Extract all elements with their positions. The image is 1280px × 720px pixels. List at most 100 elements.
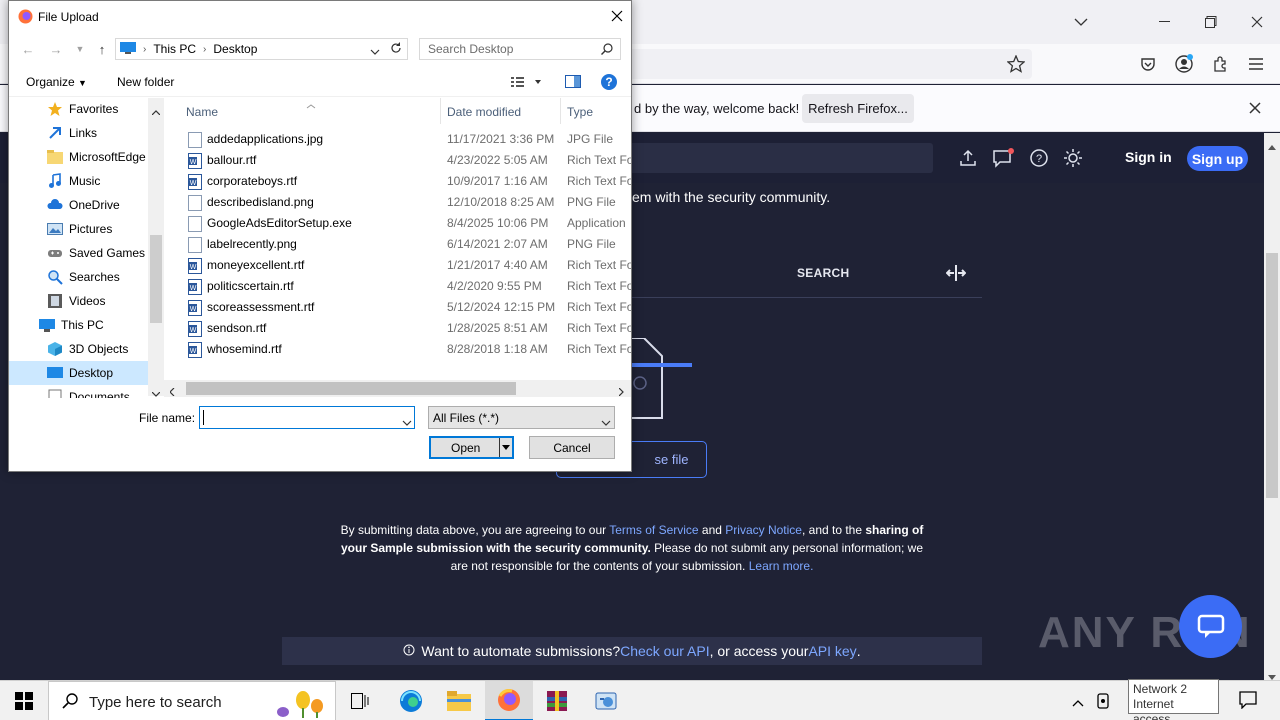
task-view-icon[interactable]: [336, 681, 384, 720]
up-arrow-icon[interactable]: ↑: [93, 39, 111, 59]
recent-chevron-icon[interactable]: ▼: [71, 39, 89, 59]
sign-up-button[interactable]: Sign up: [1187, 146, 1248, 171]
file-row[interactable]: labelrecently.png 6/14/2021 2:07 AM PNG Fi…: [184, 234, 631, 255]
file-row[interactable]: Wsendson.rtf 1/28/2025 8:51 AM Rich Text F…: [184, 318, 631, 339]
breadcrumb-this-pc[interactable]: This PC: [153, 42, 196, 56]
nav-scrollbar[interactable]: [148, 98, 164, 398]
tab-list-chevron-icon[interactable]: [1058, 0, 1104, 44]
file-row[interactable]: Wmoneyexcellent.rtf 1/21/2017 4:40 AM Rich…: [184, 255, 631, 276]
sidebar-item-music[interactable]: Music: [9, 169, 148, 193]
file-row[interactable]: GoogleAdsEditorSetup.exe 8/4/2025 10:06 P…: [184, 213, 631, 234]
open-button[interactable]: Open: [429, 436, 514, 459]
sidebar-item-this-pc[interactable]: This PC: [9, 313, 148, 337]
preview-pane-icon[interactable]: [565, 75, 581, 92]
close-window-button[interactable]: [1234, 0, 1280, 44]
dialog-close-button[interactable]: [601, 1, 633, 31]
view-options-icon[interactable]: [511, 75, 541, 92]
page-scrollbar[interactable]: [1264, 133, 1280, 680]
file-type-select[interactable]: All Files (*.*): [428, 406, 615, 429]
file-row[interactable]: describedisland.png 12/10/2018 8:25 AM PNG…: [184, 192, 631, 213]
organize-button[interactable]: Organize ▼: [26, 75, 87, 89]
file-row[interactable]: Wpoliticscertain.rtf 4/2/2020 9:55 PM Rich…: [184, 276, 631, 297]
address-bar[interactable]: › This PC › Desktop: [115, 38, 408, 60]
sidebar-item-documents[interactable]: Documents: [9, 385, 148, 398]
scroll-right-arrow-icon[interactable]: [618, 385, 624, 398]
firefox-taskbar-icon[interactable]: [485, 681, 533, 720]
learn-more-link[interactable]: Learn more.: [749, 559, 814, 573]
restore-button[interactable]: [1188, 0, 1234, 44]
breadcrumb-desktop[interactable]: Desktop: [213, 42, 257, 56]
sidebar-item-links[interactable]: Links: [9, 121, 148, 145]
scroll-up-arrow-icon[interactable]: [151, 104, 161, 118]
scroll-down-arrow-icon[interactable]: [151, 386, 161, 398]
address-dropdown-icon[interactable]: [370, 44, 380, 58]
column-separator[interactable]: [440, 98, 441, 124]
api-key-link[interactable]: API key: [808, 643, 856, 659]
sidebar-item-videos[interactable]: Videos: [9, 289, 148, 313]
sidebar-item-3d-objects[interactable]: 3D Objects: [9, 337, 148, 361]
scroll-left-arrow-icon[interactable]: [169, 385, 175, 398]
file-name-dropdown-icon[interactable]: [402, 415, 412, 429]
sidebar-item-favorites[interactable]: Favorites: [9, 98, 148, 121]
show-hidden-icons-chevron-icon[interactable]: [1072, 696, 1084, 710]
utility-app-icon[interactable]: [582, 681, 630, 720]
check-api-link[interactable]: Check our API: [620, 643, 710, 659]
sidebar-item-desktop[interactable]: Desktop: [9, 361, 148, 385]
theme-sun-icon[interactable]: [1062, 147, 1084, 169]
minimize-button[interactable]: [1142, 0, 1188, 44]
file-row[interactable]: addedapplications.jpg 11/17/2021 3:36 PM J…: [184, 129, 631, 150]
horizontal-scroll-thumb[interactable]: [186, 382, 516, 395]
url-bar[interactable]: [620, 49, 1032, 79]
file-row[interactable]: Wcorporateboys.rtf 10/9/2017 1:16 AM Rich …: [184, 171, 631, 192]
sidebar-item-microsoftedge[interactable]: MicrosoftEdge: [9, 145, 148, 169]
taskbar-search-box[interactable]: Type here to search: [48, 681, 336, 720]
file-row[interactable]: Wballour.rtf 4/23/2022 5:05 AM Rich Text F…: [184, 150, 631, 171]
pocket-icon[interactable]: [1136, 52, 1160, 76]
sidebar-item-searches[interactable]: Searches: [9, 265, 148, 289]
nav-scroll-thumb[interactable]: [150, 235, 162, 323]
terms-of-service-link[interactable]: Terms of Service: [609, 523, 698, 537]
upload-icon[interactable]: [957, 147, 979, 169]
file-name-input[interactable]: [199, 406, 415, 429]
scroll-up-arrow-icon[interactable]: [1268, 139, 1276, 153]
new-folder-button[interactable]: New folder: [117, 75, 174, 89]
search-desktop-input[interactable]: Search Desktop: [419, 38, 621, 60]
close-icon[interactable]: [1244, 97, 1266, 119]
winrar-icon[interactable]: [533, 681, 581, 720]
sidebar-item-pictures[interactable]: Pictures: [9, 217, 148, 241]
compare-icon[interactable]: [945, 265, 967, 284]
scroll-thumb[interactable]: [1266, 253, 1278, 498]
back-arrow-icon[interactable]: ←: [19, 39, 37, 59]
column-header-name[interactable]: Name: [186, 105, 218, 119]
bookmark-star-icon[interactable]: [1004, 52, 1028, 76]
file-row[interactable]: Wscoreassessment.rtf 5/12/2024 12:15 PM Ri…: [184, 297, 631, 318]
forward-arrow-icon[interactable]: →: [47, 39, 65, 59]
account-icon[interactable]: [1172, 52, 1196, 76]
chat-notification-icon[interactable]: [992, 147, 1014, 169]
extensions-icon[interactable]: [1208, 52, 1232, 76]
refresh-icon[interactable]: [390, 42, 402, 57]
cancel-button[interactable]: Cancel: [529, 436, 615, 459]
sidebar-item-onedrive[interactable]: OneDrive: [9, 193, 148, 217]
device-tray-icon[interactable]: [1096, 693, 1110, 712]
help-icon[interactable]: ?: [600, 73, 618, 94]
menu-hamburger-icon[interactable]: [1244, 52, 1268, 76]
sign-in-link[interactable]: Sign in: [1125, 149, 1172, 165]
column-header-date[interactable]: Date modified: [447, 105, 521, 119]
chat-support-button[interactable]: [1179, 595, 1242, 658]
notifications-icon[interactable]: [1239, 691, 1257, 712]
sidebar-item-saved-games[interactable]: Saved Games: [9, 241, 148, 265]
site-search-input[interactable]: [620, 143, 933, 173]
horizontal-scrollbar[interactable]: [164, 380, 631, 397]
tab-search[interactable]: SEARCH: [797, 266, 849, 280]
column-header-type[interactable]: Type: [567, 105, 593, 119]
file-explorer-icon[interactable]: [435, 681, 483, 720]
start-windows-icon[interactable]: [0, 681, 48, 720]
privacy-notice-link[interactable]: Privacy Notice: [725, 523, 802, 537]
file-row[interactable]: Wwhosemind.rtf 8/28/2018 1:18 AM Rich Text…: [184, 339, 631, 360]
refresh-firefox-button[interactable]: Refresh Firefox...: [802, 94, 914, 123]
open-split-arrow-icon[interactable]: [499, 438, 512, 457]
edge-browser-icon[interactable]: [387, 681, 435, 720]
column-separator[interactable]: [560, 98, 561, 124]
help-icon[interactable]: ?: [1028, 147, 1050, 169]
